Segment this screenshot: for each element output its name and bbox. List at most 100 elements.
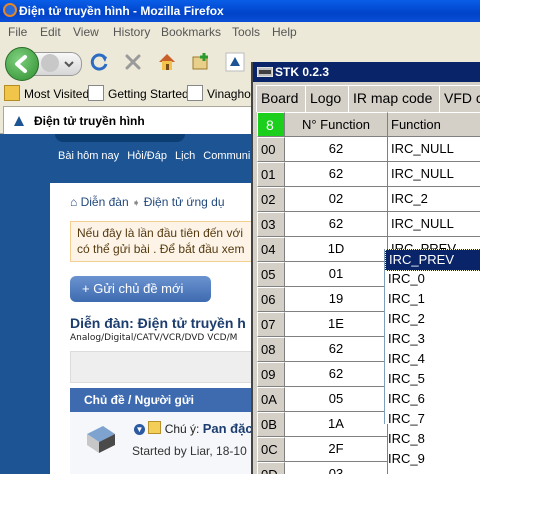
menu-tools[interactable]: Tools [232, 25, 260, 39]
function-name-cell[interactable]: IRC_NULL [388, 137, 480, 162]
breadcrumb-separator-icon: ➧ [131, 198, 141, 209]
dropdown-option[interactable]: IRC_0 [385, 269, 480, 289]
dropdown-option[interactable]: IRC_4 [385, 349, 480, 369]
grid-header-function-no[interactable]: N° Function [285, 112, 388, 137]
page-icon [187, 85, 203, 101]
dropdown-option[interactable]: IRC_10 [385, 469, 480, 474]
reload-icon[interactable] [88, 51, 110, 73]
function-code-cell[interactable]: 02 [285, 187, 388, 212]
function-code-cell[interactable]: 62 [285, 337, 388, 362]
nav-link-qa[interactable]: Hỏi/Đáp [127, 150, 167, 162]
dropdown-option[interactable]: IRC_3 [385, 329, 480, 349]
function-code-cell[interactable]: 05 [285, 387, 388, 412]
stop-icon[interactable] [122, 51, 144, 73]
function-code-cell-text: 2F [328, 441, 344, 456]
menu-history[interactable]: History [113, 25, 150, 39]
function-code-cell[interactable]: 1D [285, 237, 388, 262]
nav-link-today[interactable]: Bài hôm nay [58, 150, 119, 162]
tab-label: Logo [310, 90, 342, 106]
row-index-cell[interactable]: 00 [257, 137, 285, 162]
function-code-cell-text: 05 [328, 391, 344, 406]
dropdown-option-text: IRC_10 [388, 471, 432, 474]
tab-vfd[interactable]: VFD c [439, 85, 480, 112]
dropdown-option[interactable]: IRC_2 [385, 309, 480, 329]
function-name-cell[interactable]: IRC_NULL [388, 162, 480, 187]
stk-tab-bar: Board Logo IR map code VFD c [253, 82, 480, 112]
row-index-cell[interactable]: 0B [257, 412, 285, 437]
row-index-cell[interactable]: 08 [257, 337, 285, 362]
function-code-cell[interactable]: 62 [285, 162, 388, 187]
row-index-cell[interactable]: 06 [257, 287, 285, 312]
bookmark-most-visited[interactable]: Most Visited [4, 85, 89, 101]
function-code-cell[interactable]: 62 [285, 362, 388, 387]
row-index-cell[interactable]: 0D [257, 462, 285, 474]
row-index-cell[interactable]: 02 [257, 187, 285, 212]
dropdown-selected-text: IRC_PREV [389, 252, 455, 267]
header-index-value: 8 [266, 117, 274, 133]
menu-file[interactable]: File [8, 25, 27, 39]
tab-ir-map-code[interactable]: IR map code [348, 85, 440, 112]
header-label: Function [391, 117, 441, 132]
function-name-cell[interactable]: IRC_2 [388, 187, 480, 212]
dropdown-option[interactable]: IRC_7 [385, 409, 480, 429]
row-index-cell[interactable]: 03 [257, 212, 285, 237]
dropdown-option[interactable]: IRC_8 [385, 429, 480, 449]
menu-view[interactable]: View [73, 25, 99, 39]
thread-header-label[interactable]: Chủ đề / Người gửi [84, 393, 194, 407]
function-code-cell[interactable]: 01 [285, 262, 388, 287]
dropdown-option-text: IRC_1 [388, 291, 425, 306]
function-code-cell[interactable]: 62 [285, 137, 388, 162]
bookmark-label: Most Visited [24, 87, 90, 101]
function-code-cell-text: 03 [328, 466, 344, 474]
dropdown-option[interactable]: IRC_9 [385, 449, 480, 469]
function-code-cell[interactable]: 03 [285, 462, 388, 474]
back-button[interactable] [5, 47, 39, 81]
row-index-cell[interactable]: 01 [257, 162, 285, 187]
row-index-cell[interactable]: 09 [257, 362, 285, 387]
bookmark-getting-started[interactable]: Getting Started [88, 85, 189, 101]
new-thread-button[interactable]: + Gửi chủ đề mới [70, 276, 211, 302]
home-icon[interactable] [156, 51, 178, 73]
nav-link-calendar[interactable]: Lịch [175, 150, 195, 162]
function-code-cell[interactable]: 62 [285, 212, 388, 237]
function-code-cell[interactable]: 1E [285, 312, 388, 337]
forum-title: Diễn đàn: Điện tử truyền h [70, 315, 246, 331]
row-index-cell[interactable]: 07 [257, 312, 285, 337]
function-name-cell-text: IRC_NULL [391, 216, 454, 231]
add-bookmark-icon[interactable] [190, 51, 212, 73]
most-visited-icon [4, 85, 20, 101]
function-dropdown-list[interactable]: IRC_PREV IRC_0 IRC_1 IRC_2 IRC_3 IRC_4 IRC_5 IR… [384, 249, 480, 474]
function-name-cell[interactable]: IRC_NULL [388, 212, 480, 237]
row-index-cell[interactable]: 04 [257, 237, 285, 262]
tab-logo[interactable]: Logo [305, 85, 349, 112]
row-index-cell[interactable]: 0C [257, 437, 285, 462]
grid-header-index[interactable]: 8 [257, 112, 285, 137]
browser-tab[interactable]: Điện tử truyền hình [3, 106, 255, 135]
forward-button[interactable] [41, 54, 59, 72]
menu-bookmarks[interactable]: Bookmarks [161, 25, 221, 39]
menu-edit[interactable]: Edit [40, 25, 61, 39]
tab-board[interactable]: Board [256, 85, 306, 112]
stk-window: STK 0.2.3 Board Logo IR map code VFD c 8… [251, 62, 480, 474]
breadcrumb-current[interactable]: Điện tử ứng dụ [144, 195, 225, 209]
dropdown-option[interactable]: IRC_5 [385, 369, 480, 389]
row-index-cell-text: 09 [261, 367, 276, 382]
dropdown-selected-item[interactable]: IRC_PREV [385, 249, 480, 271]
row-index-cell[interactable]: 05 [257, 262, 285, 287]
function-code-cell[interactable]: 1A [285, 412, 388, 437]
nav-link-community[interactable]: Communi [203, 150, 250, 162]
row-index-cell[interactable]: 0A [257, 387, 285, 412]
bookmark-vinaghos[interactable]: Vinaghos [187, 85, 257, 101]
function-code-cell[interactable]: 19 [285, 287, 388, 312]
function-code-cell-text: 62 [328, 216, 344, 231]
grid-header-function[interactable]: Function [388, 112, 480, 137]
breadcrumb-home[interactable]: Diễn đàn [81, 195, 129, 209]
function-code-cell[interactable]: 2F [285, 437, 388, 462]
menu-help[interactable]: Help [272, 25, 297, 39]
thread-title-link[interactable]: Pan đặc [203, 421, 253, 436]
thread-unread-icon[interactable]: ▼ [134, 424, 145, 435]
dropdown-option[interactable]: IRC_1 [385, 289, 480, 309]
home-icon[interactable]: ⌂ [70, 195, 77, 209]
history-dropdown-icon[interactable] [62, 58, 76, 70]
dropdown-option[interactable]: IRC_6 [385, 389, 480, 409]
